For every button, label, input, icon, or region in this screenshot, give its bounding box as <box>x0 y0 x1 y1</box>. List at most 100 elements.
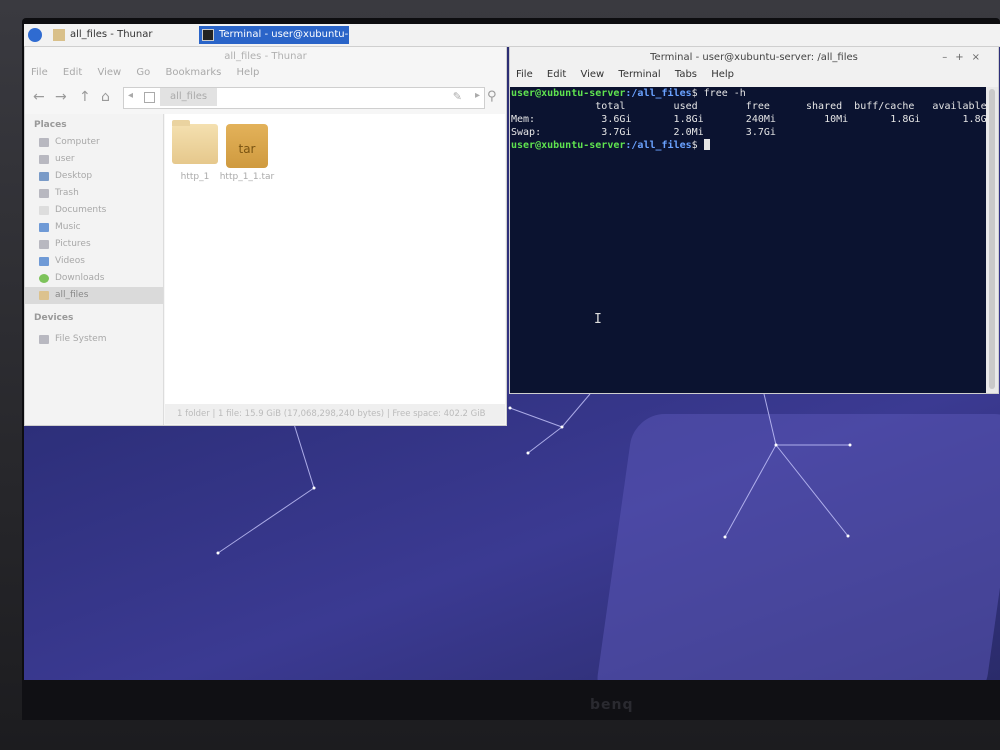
menu-help[interactable]: Help <box>711 69 734 80</box>
archive-icon: tar <box>226 124 268 168</box>
thunar-menubar: File Edit View Go Bookmarks Help <box>25 67 506 83</box>
terminal-scrollbar[interactable] <box>986 87 998 393</box>
sidebar-item-music[interactable]: Music <box>25 219 163 236</box>
output-line: Swap: 3.7Gi 2.0Mi 3.7Gi <box>511 127 776 138</box>
sidebar-item-label: Documents <box>55 205 107 215</box>
menu-go[interactable]: Go <box>136 67 150 78</box>
terminal-window: Terminal - user@xubuntu-server: /all_fil… <box>509 46 999 394</box>
prompt-user: user@xubuntu-server <box>511 88 626 99</box>
monitor-brand: benq <box>590 697 634 713</box>
chevron-left-icon[interactable]: ◂ <box>128 90 133 101</box>
menu-file[interactable]: File <box>516 69 533 80</box>
sidebar-item-label: Music <box>55 222 81 232</box>
output-line: total used free shared buff/cache availa… <box>511 101 987 112</box>
scrollbar-thumb[interactable] <box>989 89 995 389</box>
file-item-folder[interactable]: http_1 <box>165 120 225 182</box>
file-item-tar[interactable]: tar http_1_1.tar <box>217 124 277 182</box>
chevron-right-icon[interactable]: ▸ <box>475 90 480 101</box>
command-text: $ free -h <box>691 88 746 99</box>
sidebar-item-label: File System <box>55 334 107 344</box>
sidebar-item-pictures[interactable]: Pictures <box>25 236 163 253</box>
sidebar-item-label: Pictures <box>55 239 91 249</box>
sidebar-item-all-files[interactable]: all_files <box>25 287 163 304</box>
drive-icon <box>39 335 49 344</box>
terminal-output[interactable]: user@xubuntu-server:/all_files$ free -h … <box>510 87 987 393</box>
desktop-icon <box>39 172 49 181</box>
taskbar-item-thunar[interactable]: all_files - Thunar <box>50 26 198 44</box>
up-arrow-icon[interactable]: ↑ <box>79 89 91 105</box>
monitor-frame: benq all_files - Thunar Terminal - user@… <box>0 0 1000 750</box>
trash-icon <box>39 189 49 198</box>
maximize-icon[interactable]: + <box>955 52 971 63</box>
menu-file[interactable]: File <box>31 67 48 78</box>
mouse-ibeam-cursor: I <box>594 312 602 327</box>
file-name: http_1 <box>180 172 210 182</box>
prompt-tail: $ <box>691 140 704 151</box>
file-name: http_1_1.tar <box>219 172 275 182</box>
sidebar-item-label: Trash <box>55 188 79 198</box>
thunar-statusbar: 1 folder | 1 file: 15.9 GiB (17,068,298,… <box>165 404 505 424</box>
terminal-icon <box>202 29 214 41</box>
thunar-window: all_files - Thunar File Edit View Go Boo… <box>24 46 507 426</box>
menu-tabs[interactable]: Tabs <box>675 69 697 80</box>
prompt-path: :/all_files <box>625 88 692 99</box>
sidebar-item-computer[interactable]: Computer <box>25 134 163 151</box>
drive-icon <box>144 92 155 103</box>
whisker-menu-icon[interactable] <box>28 28 42 42</box>
sidebar-item-label: Computer <box>55 137 100 147</box>
sidebar-item-label: Desktop <box>55 171 93 181</box>
sidebar-item-trash[interactable]: Trash <box>25 185 163 202</box>
monitor-bottom-bezel <box>22 680 1000 720</box>
menu-view[interactable]: View <box>580 69 604 80</box>
window-title: all_files - Thunar <box>224 51 307 62</box>
terminal-titlebar[interactable]: Terminal - user@xubuntu-server: /all_fil… <box>510 47 998 69</box>
folder-icon <box>53 29 65 41</box>
sidebar-item-documents[interactable]: Documents <box>25 202 163 219</box>
breadcrumb[interactable]: all_files <box>160 88 218 106</box>
menu-terminal[interactable]: Terminal <box>618 69 660 80</box>
home-icon <box>39 155 49 164</box>
thunar-sidebar: Places Computer user Desktop Trash Docum… <box>25 114 164 425</box>
back-arrow-icon[interactable]: ← <box>33 89 45 105</box>
sidebar-item-user[interactable]: user <box>25 151 163 168</box>
sidebar-section-devices: Devices <box>34 313 74 323</box>
sidebar-item-label: all_files <box>55 290 89 300</box>
sidebar-section-places: Places <box>34 120 67 130</box>
folder-icon <box>39 291 49 300</box>
search-icon[interactable]: ⚲ <box>487 89 497 104</box>
thunar-titlebar[interactable]: all_files - Thunar <box>25 47 506 67</box>
thunar-toolbar: ← → ↑ ⌂ ◂ all_files ✎ ▸ ⚲ <box>25 83 506 111</box>
taskbar-item-label: all_files - Thunar <box>70 29 153 40</box>
sidebar-item-filesystem[interactable]: File System <box>25 331 163 348</box>
taskbar-item-terminal[interactable]: Terminal - user@xubuntu-se... <box>199 26 349 58</box>
text-cursor <box>703 139 710 150</box>
sidebar-item-label: Videos <box>55 256 85 266</box>
forward-arrow-icon[interactable]: → <box>55 89 67 105</box>
computer-icon <box>39 138 49 147</box>
edit-pencil-icon[interactable]: ✎ <box>453 90 462 103</box>
folder-icon <box>172 120 218 164</box>
menu-bookmarks[interactable]: Bookmarks <box>165 67 221 78</box>
close-icon[interactable]: × <box>972 52 988 63</box>
menu-help[interactable]: Help <box>237 67 260 78</box>
output-line: Mem: 3.6Gi 1.8Gi 240Mi 10Mi 1.8Gi 1.8Gi <box>511 114 987 125</box>
sidebar-item-label: Downloads <box>55 273 105 283</box>
sidebar-item-videos[interactable]: Videos <box>25 253 163 270</box>
menu-edit[interactable]: Edit <box>63 67 82 78</box>
prompt-path: :/all_files <box>625 140 692 151</box>
pictures-icon <box>39 240 49 249</box>
top-panel: all_files - Thunar Terminal - user@xubun… <box>24 24 1000 58</box>
minimize-icon[interactable]: – <box>942 52 955 63</box>
sidebar-item-downloads[interactable]: Downloads <box>25 270 163 287</box>
location-bar[interactable]: ◂ all_files ✎ ▸ <box>123 87 485 109</box>
terminal-menubar: File Edit View Terminal Tabs Help <box>510 69 998 87</box>
sidebar-item-label: user <box>55 154 75 164</box>
sidebar-item-desktop[interactable]: Desktop <box>25 168 163 185</box>
window-controls[interactable]: –+× <box>942 47 988 69</box>
home-icon[interactable]: ⌂ <box>101 89 110 105</box>
menu-edit[interactable]: Edit <box>547 69 566 80</box>
file-view[interactable]: http_1 tar http_1_1.tar <box>165 114 505 404</box>
window-title: Terminal - user@xubuntu-server: /all_fil… <box>650 52 858 63</box>
menu-view[interactable]: View <box>97 67 121 78</box>
prompt-user: user@xubuntu-server <box>511 140 626 151</box>
